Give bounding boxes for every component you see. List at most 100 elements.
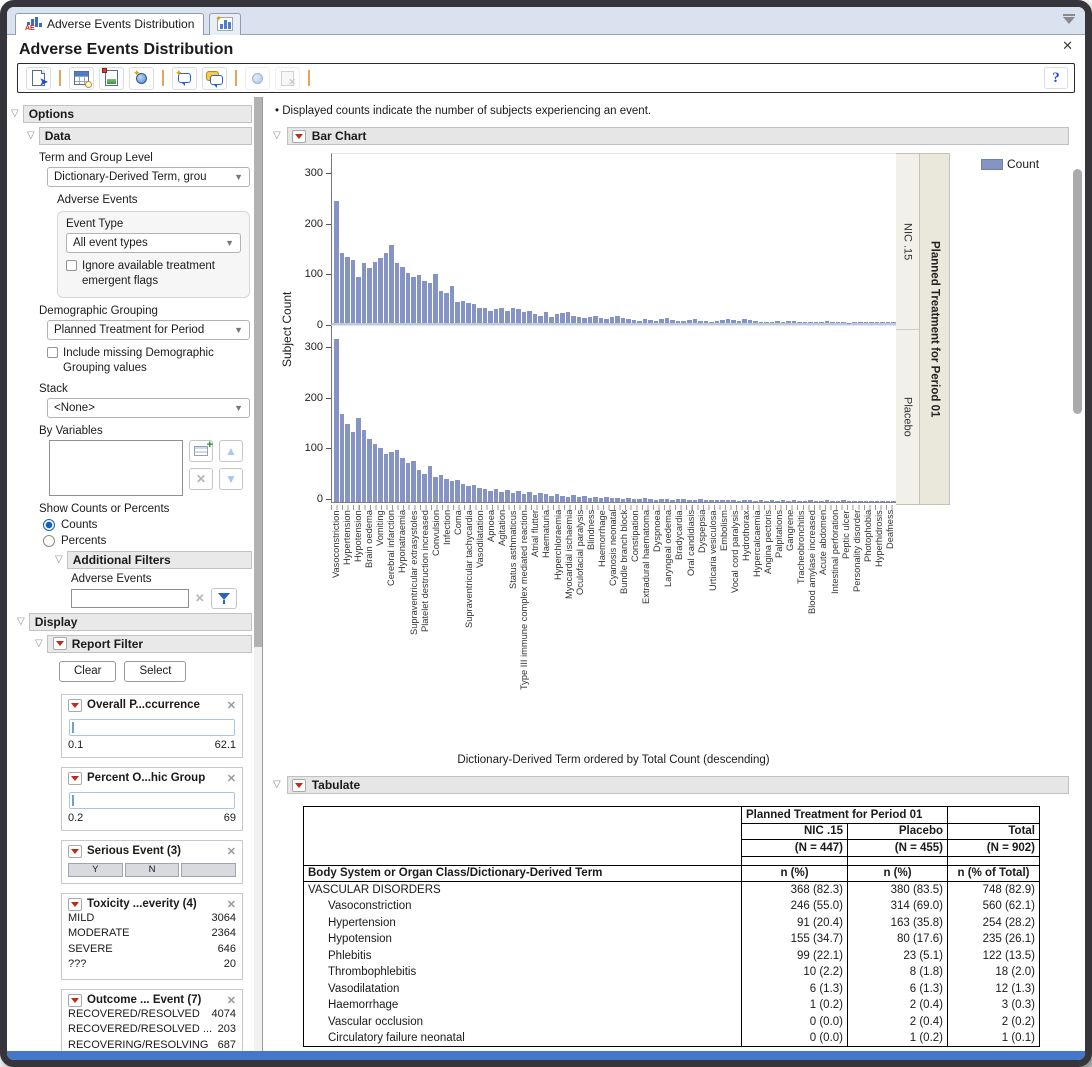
bar[interactable] <box>511 308 516 323</box>
bar[interactable] <box>841 500 846 502</box>
bar[interactable] <box>604 319 609 323</box>
bar[interactable] <box>582 318 587 323</box>
bar[interactable] <box>378 448 383 502</box>
range-slider[interactable] <box>69 792 235 809</box>
bar[interactable] <box>340 414 345 502</box>
bar[interactable] <box>455 480 460 502</box>
bar[interactable] <box>726 500 731 502</box>
bar[interactable] <box>384 454 389 502</box>
filter-list-row[interactable]: SEVERE646 <box>68 942 236 958</box>
bar[interactable] <box>582 496 587 502</box>
bar[interactable] <box>792 321 797 323</box>
counts-radio[interactable] <box>43 519 55 531</box>
export-report-icon[interactable]: ➤ <box>26 67 51 90</box>
bar[interactable] <box>555 314 560 323</box>
bar[interactable] <box>345 424 350 502</box>
bar[interactable] <box>781 322 786 323</box>
data-section-header[interactable]: Data <box>39 127 252 145</box>
bar[interactable] <box>544 312 549 323</box>
ignore-flags-checkbox[interactable] <box>66 260 77 271</box>
bar[interactable] <box>803 501 808 502</box>
bar[interactable] <box>406 273 411 323</box>
bar[interactable] <box>648 320 653 323</box>
bar[interactable] <box>356 277 361 323</box>
add-note-icon[interactable]: ✦ <box>172 67 197 90</box>
bar[interactable] <box>588 317 593 323</box>
bar[interactable] <box>808 500 813 502</box>
bar[interactable] <box>505 490 510 502</box>
segment-button[interactable]: Y <box>68 863 123 877</box>
bar[interactable] <box>428 283 433 323</box>
range-slider[interactable] <box>69 719 235 736</box>
bar[interactable] <box>499 308 504 323</box>
bar[interactable] <box>499 492 504 502</box>
term-group-select[interactable]: Dictionary-Derived Term, grou▼ <box>47 167 250 187</box>
clear-filter-icon[interactable]: ✕ <box>195 591 205 605</box>
bar[interactable] <box>577 497 582 502</box>
bar[interactable] <box>351 432 356 502</box>
close-icon[interactable]: ✕ <box>227 898 236 911</box>
bar[interactable] <box>797 501 802 502</box>
bar[interactable] <box>527 311 532 323</box>
close-icon[interactable]: ✕ <box>227 845 236 858</box>
adverse-events-filter-input[interactable] <box>71 589 189 608</box>
bar[interactable] <box>676 321 681 323</box>
bar[interactable] <box>461 301 466 323</box>
bar[interactable] <box>786 501 791 502</box>
bar[interactable] <box>693 500 698 502</box>
filter-list-row[interactable]: RECOVERED/RESOLVED4074 <box>68 1007 236 1023</box>
bar[interactable] <box>362 430 367 502</box>
red-triangle-menu-icon[interactable] <box>68 699 82 712</box>
bar[interactable] <box>748 320 753 323</box>
bar[interactable] <box>687 500 692 502</box>
bar[interactable] <box>698 321 703 323</box>
bar[interactable] <box>864 501 869 502</box>
review-notes-icon[interactable] <box>202 67 227 90</box>
bar[interactable] <box>433 477 438 502</box>
filter-toggle-icon[interactable] <box>1063 14 1075 24</box>
filter-list-row[interactable]: RECOVERED/RESOLVED ...203 <box>68 1022 236 1038</box>
bar[interactable] <box>715 500 720 502</box>
display-section-header[interactable]: Display <box>29 613 252 631</box>
include-missing-checkbox[interactable] <box>47 347 58 358</box>
bar[interactable] <box>389 245 394 323</box>
bar[interactable] <box>737 501 742 502</box>
bar[interactable] <box>439 475 444 502</box>
bar[interactable] <box>395 450 400 502</box>
options-section-header[interactable]: Options <box>23 105 252 123</box>
bar[interactable] <box>511 493 516 502</box>
bar[interactable] <box>770 322 775 323</box>
bar[interactable] <box>588 498 593 502</box>
bar[interactable] <box>533 314 538 323</box>
bar[interactable] <box>450 286 455 323</box>
bar[interactable] <box>334 201 339 323</box>
bar[interactable] <box>626 498 631 502</box>
bar[interactable] <box>411 277 416 323</box>
close-icon[interactable]: ✕ <box>227 699 236 712</box>
bar[interactable] <box>886 322 891 323</box>
bar[interactable] <box>720 500 725 502</box>
bar[interactable] <box>869 322 874 323</box>
bar[interactable] <box>632 320 637 323</box>
close-icon[interactable]: ✕ <box>1062 38 1073 54</box>
bar-chart-section-header[interactable]: Bar Chart <box>287 127 1069 145</box>
bar[interactable] <box>483 308 488 323</box>
bar[interactable] <box>869 501 874 502</box>
bar[interactable] <box>494 309 499 323</box>
bar[interactable] <box>759 322 764 323</box>
bar[interactable] <box>417 470 422 502</box>
bar[interactable] <box>819 322 824 323</box>
bar[interactable] <box>626 319 631 323</box>
close-icon[interactable]: ✕ <box>227 994 236 1007</box>
bar[interactable] <box>362 263 367 323</box>
filter-list-row[interactable]: ???20 <box>68 957 236 973</box>
bar[interactable] <box>704 321 709 323</box>
view-data-table-icon[interactable] <box>69 67 94 90</box>
bar[interactable] <box>825 500 830 502</box>
bar[interactable] <box>566 312 571 323</box>
clear-button[interactable]: Clear <box>59 661 116 682</box>
bar[interactable] <box>704 500 709 502</box>
filter-list-row[interactable]: MILD3064 <box>68 911 236 927</box>
segment-button[interactable]: N <box>125 863 180 877</box>
bar[interactable] <box>472 304 477 323</box>
